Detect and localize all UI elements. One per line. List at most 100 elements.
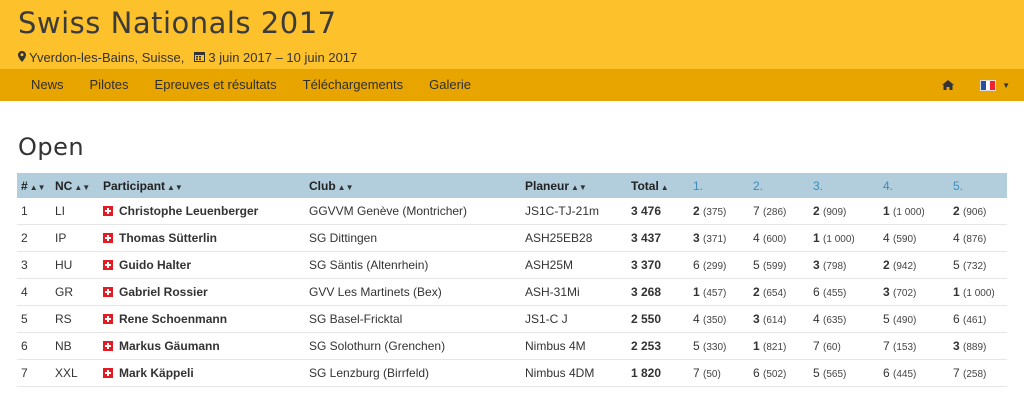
home-icon[interactable] bbox=[942, 80, 955, 90]
event-location: Yverdon-les-Bains, Suisse, bbox=[29, 50, 185, 65]
day-points: (502) bbox=[763, 369, 787, 380]
day-rank: 5 bbox=[813, 366, 820, 380]
nc-cell: GR bbox=[51, 278, 99, 306]
day-4-cell: 5 (490) bbox=[879, 305, 949, 333]
day-5-cell: 3 (889) bbox=[949, 332, 1007, 360]
day-points: (798) bbox=[823, 261, 847, 272]
col-day-5[interactable]: 5. bbox=[949, 173, 1007, 198]
day-rank: 1 bbox=[883, 204, 890, 218]
day-5-cell: 7 (258) bbox=[949, 359, 1007, 387]
day-3-cell: 6 (455) bbox=[809, 278, 879, 306]
col-club[interactable]: Club ▲▼ bbox=[305, 173, 521, 198]
day-rank: 6 bbox=[883, 366, 890, 380]
day-rank: 7 bbox=[693, 366, 700, 380]
club-cell: GGVVM Genève (Montricher) bbox=[305, 198, 521, 225]
day-3-cell: 2 (909) bbox=[809, 198, 879, 225]
day-1-cell: 1 (457) bbox=[689, 278, 749, 306]
day-points: (889) bbox=[963, 342, 987, 353]
participant-cell[interactable]: Christophe Leuenberger bbox=[99, 198, 305, 225]
col-total[interactable]: Total ▲ bbox=[627, 173, 689, 198]
day-1-cell: 7 (50) bbox=[689, 359, 749, 387]
rank-cell: 2 bbox=[17, 224, 51, 252]
swiss-flag-icon bbox=[103, 233, 113, 243]
day-rank: 5 bbox=[883, 312, 890, 326]
participant-cell[interactable]: Mark Käppeli bbox=[99, 359, 305, 387]
planeur-cell: JS1-C J bbox=[521, 305, 627, 333]
participant-cell[interactable]: Gabriel Rossier bbox=[99, 278, 305, 306]
participant-cell[interactable]: Rene Schoenmann bbox=[99, 305, 305, 333]
day-points: (445) bbox=[893, 369, 917, 380]
swiss-flag-icon bbox=[103, 287, 113, 297]
page-title: Swiss Nationals 2017 bbox=[18, 6, 337, 40]
swiss-flag-icon bbox=[103, 368, 113, 378]
results-table: # ▲▼ NC ▲▼ Participant ▲▼ Club ▲▼ Planeur ▲▼ … bbox=[17, 173, 1007, 387]
nav-news[interactable]: News bbox=[18, 69, 77, 101]
participant-cell[interactable]: Markus Gäumann bbox=[99, 332, 305, 360]
nav-pilotes[interactable]: Pilotes bbox=[77, 69, 142, 101]
nc-cell: HU bbox=[51, 251, 99, 279]
day-rank: 1 bbox=[753, 339, 760, 353]
planeur-cell: Nimbus 4M bbox=[521, 332, 627, 360]
participant-cell[interactable]: Thomas Sütterlin bbox=[99, 224, 305, 252]
table-header-row: # ▲▼ NC ▲▼ Participant ▲▼ Club ▲▼ Planeur ▲▼ … bbox=[17, 173, 1007, 198]
day-rank: 7 bbox=[953, 366, 960, 380]
event-dates: 3 juin 2017 – 10 juin 2017 bbox=[208, 50, 358, 65]
rank-cell: 3 bbox=[17, 251, 51, 279]
day-points: (60) bbox=[823, 342, 841, 353]
day-1-cell: 6 (299) bbox=[689, 251, 749, 279]
day-1-cell: 3 (371) bbox=[689, 224, 749, 252]
day-5-cell: 4 (876) bbox=[949, 224, 1007, 252]
day-rank: 3 bbox=[813, 258, 820, 272]
rank-cell: 4 bbox=[17, 278, 51, 306]
nav-galerie[interactable]: Galerie bbox=[416, 69, 484, 101]
sort-icon: ▲▼ bbox=[337, 182, 354, 192]
nav-epreuves[interactable]: Epreuves et résultats bbox=[142, 69, 290, 101]
col-rank[interactable]: # ▲▼ bbox=[17, 173, 51, 198]
col-day-4[interactable]: 4. bbox=[879, 173, 949, 198]
map-marker-icon bbox=[18, 50, 26, 65]
nc-cell: XXL bbox=[51, 359, 99, 387]
day-points: (455) bbox=[823, 288, 847, 299]
col-planeur[interactable]: Planeur ▲▼ bbox=[521, 173, 627, 198]
nav-telechargements[interactable]: Téléchargements bbox=[290, 69, 416, 101]
total-cell: 3 268 bbox=[627, 278, 689, 306]
col-day-1[interactable]: 1. bbox=[689, 173, 749, 198]
total-cell: 3 370 bbox=[627, 251, 689, 279]
club-cell: SG Dittingen bbox=[305, 224, 521, 252]
sort-icon: ▲▼ bbox=[74, 182, 91, 192]
day-points: (599) bbox=[763, 261, 787, 272]
col-day-2[interactable]: 2. bbox=[749, 173, 809, 198]
day-3-cell: 4 (635) bbox=[809, 305, 879, 333]
day-points: (330) bbox=[703, 342, 727, 353]
day-points: (286) bbox=[763, 207, 787, 218]
participant-cell[interactable]: Guido Halter bbox=[99, 251, 305, 279]
day-points: (876) bbox=[963, 234, 987, 245]
chevron-down-icon[interactable]: ▼ bbox=[1002, 81, 1010, 90]
total-cell: 2 253 bbox=[627, 332, 689, 360]
table-row: 2 IP Thomas Sütterlin SG Dittingen ASH25EB28… bbox=[17, 224, 1007, 252]
club-cell: SG Säntis (Altenrhein) bbox=[305, 251, 521, 279]
day-points: (909) bbox=[823, 207, 847, 218]
event-meta: Yverdon-les-Bains, Suisse, 3 juin 2017 –… bbox=[18, 50, 357, 65]
club-cell: SG Lenzburg (Birrfeld) bbox=[305, 359, 521, 387]
flag-fr-icon[interactable] bbox=[980, 79, 997, 91]
col-nc[interactable]: NC ▲▼ bbox=[51, 173, 99, 198]
day-points: (1 000) bbox=[823, 234, 855, 245]
col-participant[interactable]: Participant ▲▼ bbox=[99, 173, 305, 198]
day-points: (350) bbox=[703, 315, 727, 326]
day-2-cell: 3 (614) bbox=[749, 305, 809, 333]
day-4-cell: 3 (702) bbox=[879, 278, 949, 306]
day-rank: 7 bbox=[813, 339, 820, 353]
day-points: (258) bbox=[963, 369, 987, 380]
sort-icon: ▲▼ bbox=[167, 182, 183, 192]
day-rank: 4 bbox=[883, 231, 890, 245]
day-points: (614) bbox=[763, 315, 787, 326]
day-points: (942) bbox=[893, 261, 917, 272]
day-points: (565) bbox=[823, 369, 847, 380]
day-points: (299) bbox=[703, 261, 727, 272]
day-points: (457) bbox=[703, 288, 727, 299]
day-3-cell: 5 (565) bbox=[809, 359, 879, 387]
nc-cell: RS bbox=[51, 305, 99, 333]
day-points: (906) bbox=[963, 207, 987, 218]
col-day-3[interactable]: 3. bbox=[809, 173, 879, 198]
